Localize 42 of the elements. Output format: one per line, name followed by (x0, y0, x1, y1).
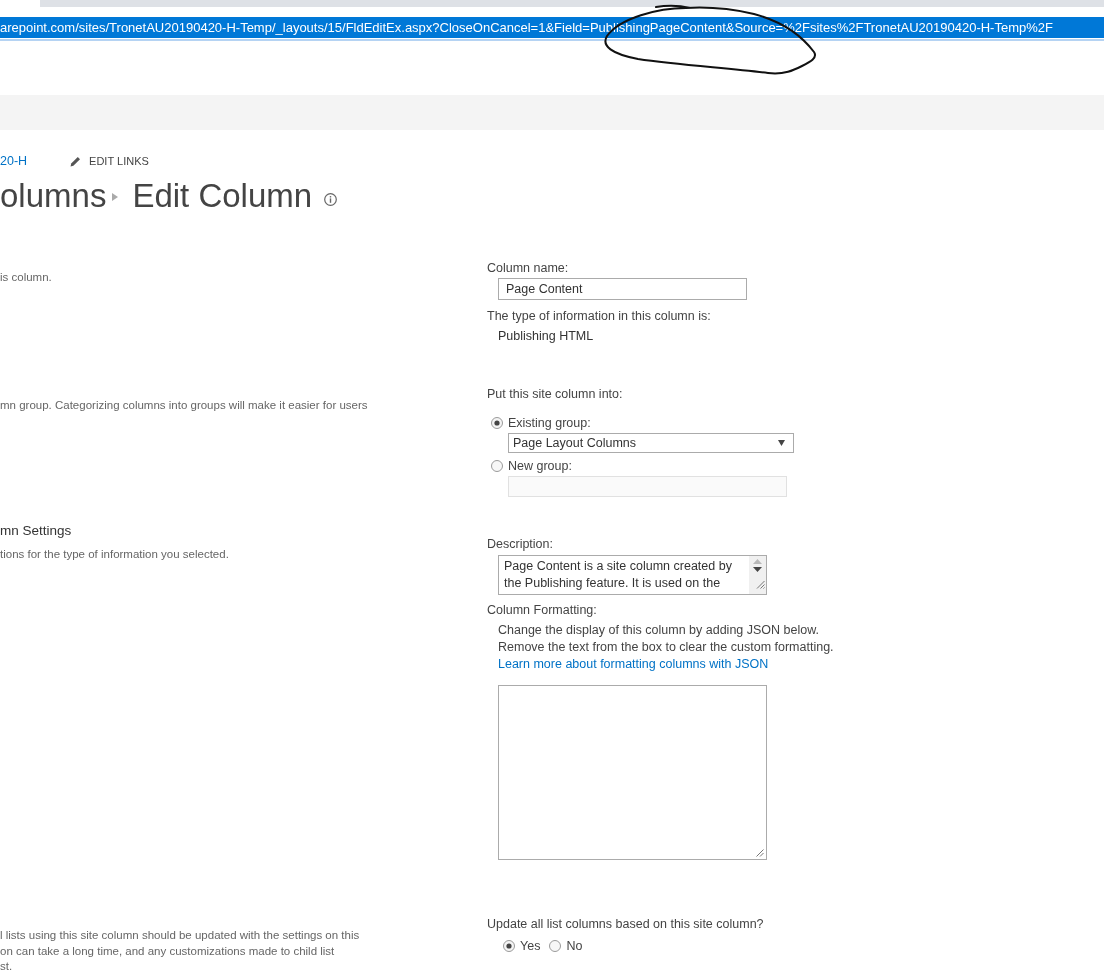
column-type-value: Publishing HTML (498, 328, 594, 344)
pencil-icon (70, 155, 82, 167)
help-link[interactable]: Learn more about formatting columns with JSON (498, 656, 769, 673)
scrollbar[interactable] (749, 556, 766, 594)
radio-button[interactable] (491, 417, 503, 429)
resize-grip-icon[interactable] (756, 849, 764, 857)
field-label: Update all list columns based on this site column? (487, 916, 764, 932)
radio-label[interactable]: Existing group: (508, 415, 591, 431)
edit-links-button[interactable]: EDIT LINKS (70, 153, 149, 169)
radio-button[interactable] (549, 940, 562, 952)
description-field[interactable]: Page Content is a site column created by the Publishing feature. It is used on the (498, 555, 767, 595)
group-select[interactable]: Page Layout Columns (508, 433, 794, 453)
radio-label[interactable]: No (566, 938, 583, 954)
new-group-input[interactable] (508, 476, 787, 497)
field-label: The type of information in this column is: (487, 308, 711, 324)
site-link[interactable]: 20-H (0, 153, 28, 169)
help-text: Change the display of this column by adding JSON below. (498, 622, 820, 639)
section-description-line: st. (0, 959, 14, 972)
radio-button[interactable] (491, 460, 503, 472)
field-label: Column Formatting: (487, 602, 597, 618)
json-formatting-field[interactable] (498, 685, 767, 860)
section-description-line: mn group. Categorizing columns into groups will make it easier for users (0, 398, 369, 412)
section-description-line: l lists using this site column should be updated with the settings on this (0, 928, 361, 943)
radio-button[interactable] (503, 940, 515, 952)
caret-down-icon (778, 440, 785, 446)
section-description-line: on can take a long time, and any customizations made to child list (0, 943, 336, 959)
section-description-line: is column. (0, 270, 53, 284)
help-text: Remove the text from the box to clear the custom formatting. (498, 639, 834, 656)
field-label: Column name: (487, 260, 569, 276)
radio-label[interactable]: Yes (520, 938, 541, 954)
section-heading: mn Settings (0, 523, 73, 539)
resize-grip-icon[interactable] (755, 580, 765, 589)
radio-label[interactable]: New group: (508, 458, 572, 474)
field-label: Put this site column into: (487, 386, 623, 402)
column-name-input[interactable]: Page Content (498, 278, 747, 300)
info-icon[interactable] (324, 192, 338, 206)
page-title: Edit Column (132, 176, 313, 216)
section-description-line: tions for the type of information you selected. (0, 547, 230, 561)
breadcrumb-arrow-icon (112, 193, 119, 201)
breadcrumb-link[interactable]: olumns (0, 176, 107, 216)
scroll-down-icon[interactable] (753, 567, 762, 572)
field-label: Description: (487, 536, 553, 552)
